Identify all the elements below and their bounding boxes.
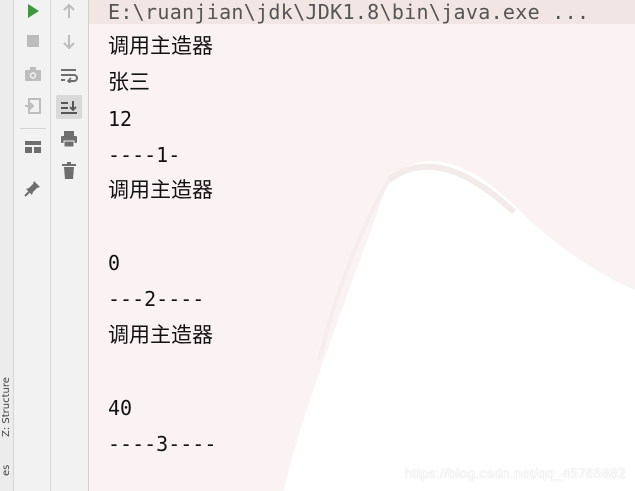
arrow-up-icon <box>63 3 75 18</box>
output-line: 0 <box>108 251 121 275</box>
output-line: 12 <box>108 107 133 131</box>
output-line: 调用主造器 <box>108 34 213 58</box>
scroll-to-end-icon <box>61 101 77 114</box>
pin-tab-button[interactable] <box>22 177 44 199</box>
clear-all-button[interactable] <box>58 160 80 182</box>
snapshot-button[interactable] <box>22 63 44 85</box>
exit-icon <box>25 98 41 114</box>
output-line: ---2---- <box>108 287 205 311</box>
structure-tab-label: Z: Structure <box>0 377 12 437</box>
soft-wrap-icon <box>61 69 78 83</box>
run-toolbar-primary <box>14 0 51 491</box>
play-icon <box>28 4 39 18</box>
toolbar-divider <box>20 128 46 129</box>
scroll-to-end-button[interactable] <box>56 95 82 119</box>
output-line: 40 <box>108 396 133 420</box>
console-output[interactable]: E:\ruanjian\jdk\JDK1.8\bin\java.exe ... … <box>89 0 635 491</box>
watermark-text: https://blog.csdn.net/qq_45765882 <box>404 465 626 481</box>
run-toolbar-secondary <box>51 0 89 491</box>
restore-layout-button[interactable] <box>22 95 44 117</box>
camera-icon <box>25 67 41 81</box>
layout-button[interactable] <box>22 136 44 158</box>
layout-icon <box>25 141 41 153</box>
output-line: 张三 <box>108 70 150 94</box>
next-occurrence-button[interactable] <box>58 31 80 53</box>
rerun-button[interactable] <box>22 0 44 22</box>
pin-icon <box>24 181 40 197</box>
print-button[interactable] <box>58 128 80 150</box>
output-line: ----1- <box>108 143 181 167</box>
side-tool-strip: Z: Structure es <box>0 0 14 491</box>
output-line: 调用主造器 <box>108 323 213 347</box>
structure-tool-tab[interactable]: Z: Structure <box>0 357 13 437</box>
bottom-tool-tab[interactable]: es <box>1 465 12 476</box>
previous-occurrence-button[interactable] <box>58 0 80 22</box>
command-line-text: E:\ruanjian\jdk\JDK1.8\bin\java.exe ... <box>108 0 590 24</box>
print-icon <box>61 131 77 148</box>
stop-icon <box>27 35 39 47</box>
soft-wrap-button[interactable] <box>58 64 80 86</box>
trash-icon <box>62 162 76 179</box>
arrow-down-icon <box>63 35 75 50</box>
background-image <box>284 161 635 491</box>
stop-button[interactable] <box>22 30 44 52</box>
output-line: 调用主造器 <box>108 178 213 202</box>
output-line: ----3---- <box>108 432 217 456</box>
